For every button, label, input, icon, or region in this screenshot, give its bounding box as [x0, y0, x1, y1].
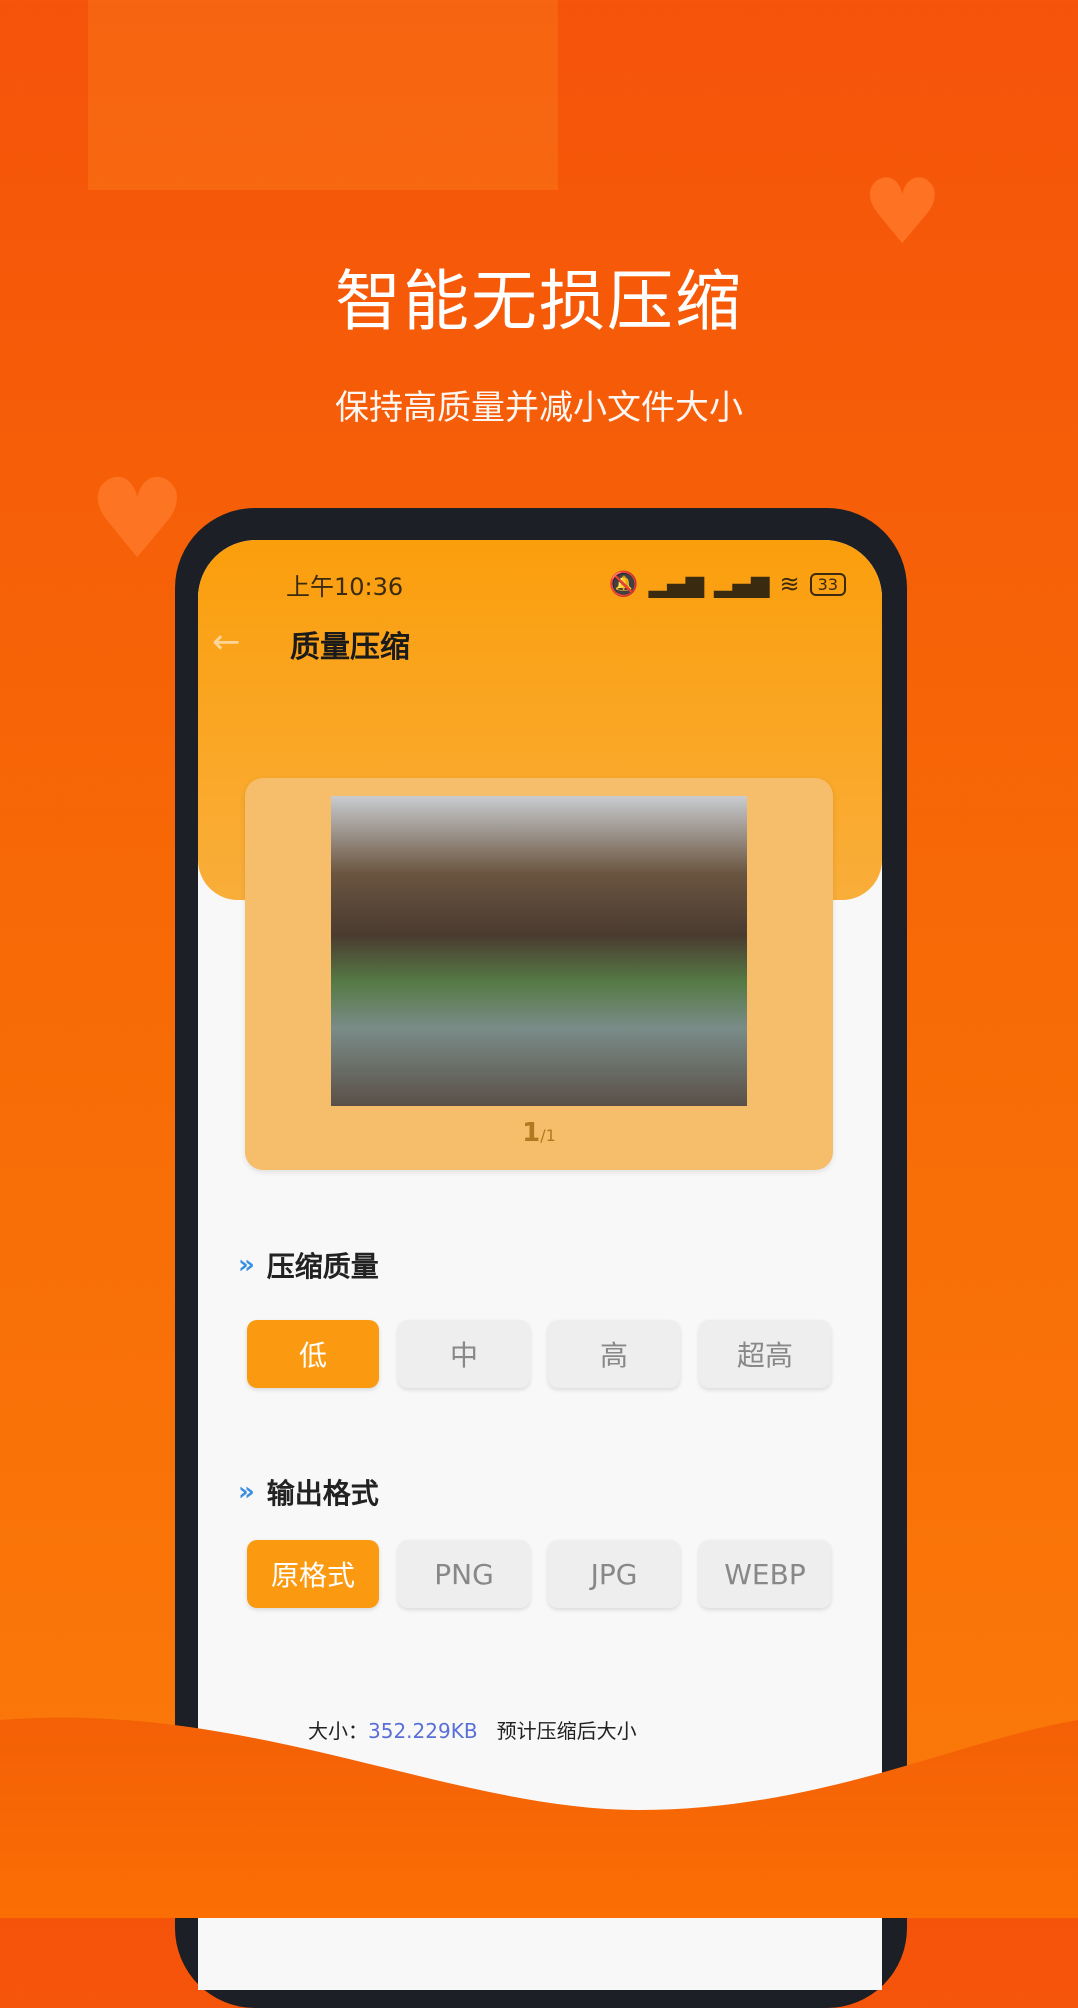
chevron-right-icon: » [238, 1477, 255, 1507]
quality-section-label: » 压缩质量 [238, 1250, 379, 1283]
chevron-right-icon: » [238, 1250, 255, 1280]
page-indicator: 1/1 [522, 1118, 556, 1148]
page-title: 质量压缩 [290, 630, 410, 665]
status-bar: 上午10:36 🔕 ▂▄▆ ▂▄▆ ≋ 33 [286, 564, 846, 604]
quality-low-button[interactable]: 低 [247, 1320, 379, 1388]
quality-medium-button[interactable]: 中 [398, 1320, 530, 1388]
quality-ultra-button[interactable]: 超高 [699, 1320, 831, 1388]
format-section-label: » 输出格式 [238, 1477, 379, 1510]
bottom-wave [0, 1717, 1078, 1918]
signal-icon: ▂▄▆ [648, 570, 705, 598]
mute-icon: 🔕 [608, 570, 639, 598]
wifi-icon: ≋ [779, 570, 800, 598]
banner-placeholder [88, 0, 558, 190]
hero-title: 智能无损压缩 [335, 263, 743, 340]
quality-high-button[interactable]: 高 [548, 1320, 680, 1388]
format-original-button[interactable]: 原格式 [247, 1540, 379, 1608]
format-png-button[interactable]: PNG [398, 1540, 530, 1608]
heart-icon: ♥ [88, 455, 187, 583]
preview-card: 1/1 [245, 778, 833, 1170]
preview-image[interactable] [331, 796, 747, 1106]
arrow-left-icon[interactable]: ← [212, 622, 241, 662]
hero-subtitle: 保持高质量并减小文件大小 [335, 388, 743, 428]
battery-icon: 33 [809, 572, 846, 596]
status-time: 上午10:36 [286, 572, 404, 601]
format-jpg-button[interactable]: JPG [548, 1540, 680, 1608]
format-webp-button[interactable]: WEBP [699, 1540, 831, 1608]
hd-signal-icon: ▂▄▆ [714, 570, 770, 598]
